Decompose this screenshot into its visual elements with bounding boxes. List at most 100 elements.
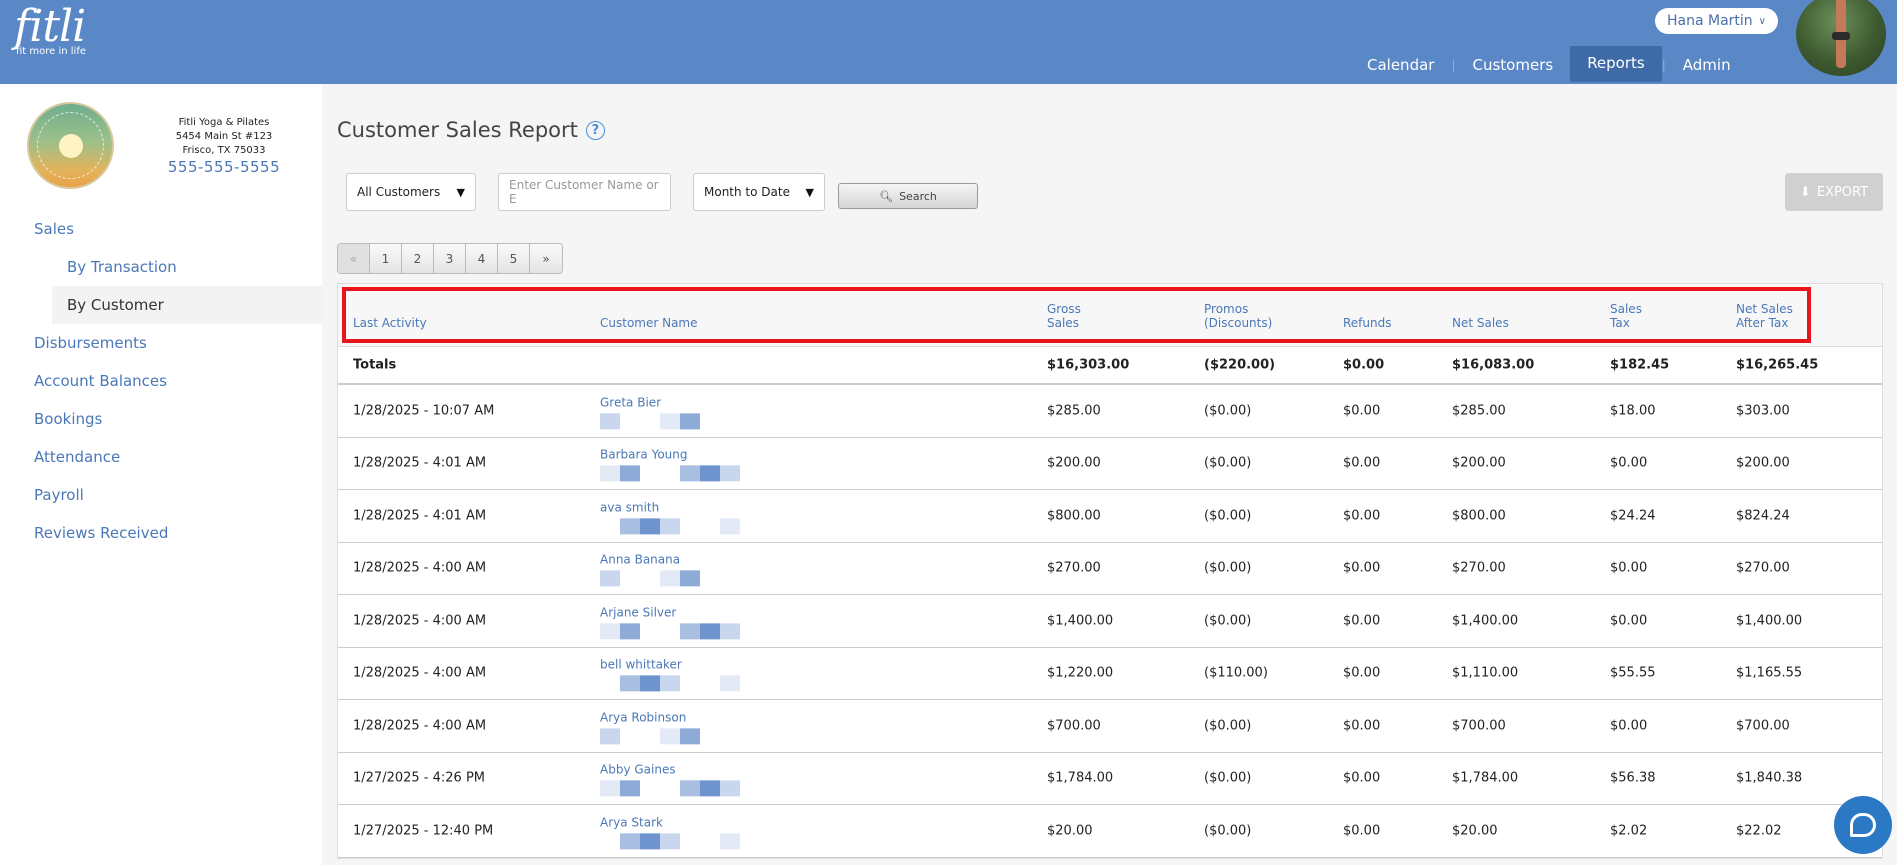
chat-button[interactable] — [1834, 796, 1892, 854]
column-header-text: Tax — [1610, 316, 1630, 330]
table-row[interactable]: 1/27/2025 - 12:40 PM Arya Stark $20.00 ($0.… — [338, 805, 1882, 858]
customer-name-link[interactable]: Abby Gaines — [600, 763, 740, 777]
customer-name-link[interactable]: Arjane Silver — [600, 605, 740, 619]
pagination-page-1[interactable]: 1 — [370, 244, 402, 273]
sales-table: Last Activity Customer Name Gross Sales Prom… — [337, 283, 1883, 859]
sidebar-item-by-transaction[interactable]: By Transaction — [0, 248, 322, 286]
nav-customers[interactable]: Customers — [1456, 48, 1571, 82]
column-header[interactable]: Last Activity — [353, 316, 427, 330]
column-header[interactable]: Net Sales — [1452, 316, 1509, 330]
chat-icon — [1850, 813, 1876, 837]
customer-name-link[interactable]: Arya Robinson — [600, 710, 740, 724]
customer-name-cell[interactable]: Greta Bier — [600, 395, 740, 430]
customer-name-link[interactable]: Barbara Young — [600, 448, 740, 462]
table-row[interactable]: 1/28/2025 - 10:07 AM Greta Bier $285.00 ($0… — [338, 385, 1882, 438]
customer-name-cell[interactable]: bell whittaker — [600, 658, 740, 692]
chevron-down-icon: ▼ — [456, 185, 465, 199]
customer-name-link[interactable]: Arya Stark — [600, 815, 740, 829]
sidebar-item-payroll[interactable]: Payroll — [0, 476, 322, 514]
customer-name-cell[interactable]: Arya Stark — [600, 815, 740, 850]
nav-reports[interactable]: Reports — [1570, 46, 1662, 82]
table-cell: $800.00 — [1452, 508, 1506, 524]
table-cell: $285.00 — [1452, 403, 1506, 419]
customer-name-cell[interactable]: Anna Banana — [600, 553, 740, 587]
table-cell: $200.00 — [1452, 455, 1506, 471]
column-header-text: Customer Name — [600, 316, 698, 330]
column-header[interactable]: Promos (Discounts) — [1204, 302, 1272, 330]
fitli-logo[interactable]: fitli fit more in life — [14, 4, 87, 58]
table-row[interactable]: 1/27/2025 - 4:26 PM Abby Gaines $1,784.00 (… — [338, 753, 1882, 805]
pagination-prev[interactable]: « — [338, 244, 370, 273]
column-header[interactable]: Refunds — [1343, 316, 1392, 330]
redaction-block — [640, 833, 660, 850]
redaction-block — [620, 623, 640, 640]
redaction-block — [660, 413, 680, 430]
logo-tagline: fit more in life — [16, 46, 87, 57]
sidebar-item-attendance[interactable]: Attendance — [0, 438, 322, 476]
customer-name-link[interactable]: Greta Bier — [600, 395, 740, 409]
avatar[interactable] — [1796, 0, 1886, 76]
customer-filter-select[interactable]: All Customers ▼ — [346, 173, 476, 211]
table-row[interactable]: 1/28/2025 - 4:00 AM Arya Robinson $700.00 (… — [338, 700, 1882, 753]
customer-search-input[interactable]: Enter Customer Name or E — [498, 173, 671, 211]
help-icon[interactable]: ? — [585, 120, 605, 140]
redaction-block — [700, 518, 720, 534]
user-menu-button[interactable]: Hana Martin ∨ — [1655, 8, 1778, 34]
redaction-block — [680, 676, 700, 692]
redacted-contact-info — [600, 570, 740, 587]
column-header[interactable]: Gross Sales — [1047, 302, 1081, 330]
date-range-select[interactable]: Month to Date ▼ — [693, 173, 825, 211]
table-cell: 1/28/2025 - 10:07 AM — [353, 403, 495, 419]
export-button[interactable]: ⬇ EXPORT — [1785, 173, 1883, 211]
totals-cell: Totals — [353, 357, 397, 373]
table-row[interactable]: 1/28/2025 - 4:01 AM Barbara Young $200.00 (… — [338, 438, 1882, 490]
table-row[interactable]: 1/28/2025 - 4:01 AM ava smith $800.00 ($0.0… — [338, 490, 1882, 543]
sidebar-item-disbursements[interactable]: Disbursements — [0, 324, 322, 362]
redacted-contact-info — [600, 465, 740, 482]
column-header[interactable]: Net Sales After Tax — [1736, 302, 1793, 330]
nav-calendar[interactable]: Calendar — [1350, 48, 1451, 82]
report-menu: Sales By Transaction By Customer Disburseme… — [0, 210, 322, 552]
table-cell: $285.00 — [1047, 403, 1101, 419]
sidebar-item-by-customer[interactable]: By Customer — [52, 286, 322, 324]
nav-admin[interactable]: Admin — [1666, 48, 1748, 82]
redaction-block — [680, 465, 700, 482]
studio-phone[interactable]: 555-555-5555 — [152, 160, 296, 175]
search-button-label: Search — [899, 189, 937, 203]
column-header[interactable]: Customer Name — [600, 316, 698, 330]
table-cell: ($0.00) — [1204, 560, 1252, 576]
redaction-block — [620, 675, 640, 692]
redaction-block — [660, 518, 680, 535]
totals-cell: $16,303.00 — [1047, 357, 1130, 373]
customer-name-link[interactable]: ava smith — [600, 500, 740, 514]
table-cell: $700.00 — [1736, 718, 1790, 734]
table-cell: $270.00 — [1452, 560, 1506, 576]
sidebar-item-account-balances[interactable]: Account Balances — [0, 362, 322, 400]
pagination-next[interactable]: » — [530, 244, 562, 273]
customer-name-link[interactable]: Anna Banana — [600, 553, 740, 567]
customer-name-link[interactable]: bell whittaker — [600, 658, 740, 672]
table-row[interactable]: 1/28/2025 - 4:00 AM bell whittaker $1,220.… — [338, 648, 1882, 700]
sidebar-item-sales[interactable]: Sales — [0, 210, 322, 248]
pagination-page-4[interactable]: 4 — [466, 244, 498, 273]
sidebar-item-bookings[interactable]: Bookings — [0, 400, 322, 438]
table-row[interactable]: 1/28/2025 - 4:00 AM Arjane Silver $1,400.0… — [338, 595, 1882, 648]
customer-name-cell[interactable]: ava smith — [600, 500, 740, 535]
redaction-block — [660, 781, 680, 797]
search-button[interactable]: 🔍︎ Search — [838, 183, 978, 209]
table-cell: $0.00 — [1343, 665, 1381, 681]
pagination-page-2[interactable]: 2 — [402, 244, 434, 273]
customer-name-cell[interactable]: Arjane Silver — [600, 605, 740, 640]
redaction-block — [700, 465, 720, 482]
pagination-page-5[interactable]: 5 — [498, 244, 530, 273]
customer-name-cell[interactable]: Abby Gaines — [600, 763, 740, 797]
column-header[interactable]: Sales Tax — [1610, 302, 1642, 330]
sidebar-item-reviews-received[interactable]: Reviews Received — [0, 514, 322, 552]
customer-name-cell[interactable]: Arya Robinson — [600, 710, 740, 745]
redaction-block — [680, 780, 700, 797]
table-row[interactable]: 1/28/2025 - 4:00 AM Anna Banana $270.00 ($0… — [338, 543, 1882, 595]
customer-name-cell[interactable]: Barbara Young — [600, 448, 740, 482]
pagination-page-3[interactable]: 3 — [434, 244, 466, 273]
table-cell: ($0.00) — [1204, 508, 1252, 524]
column-header-text: Sales — [1047, 316, 1079, 330]
